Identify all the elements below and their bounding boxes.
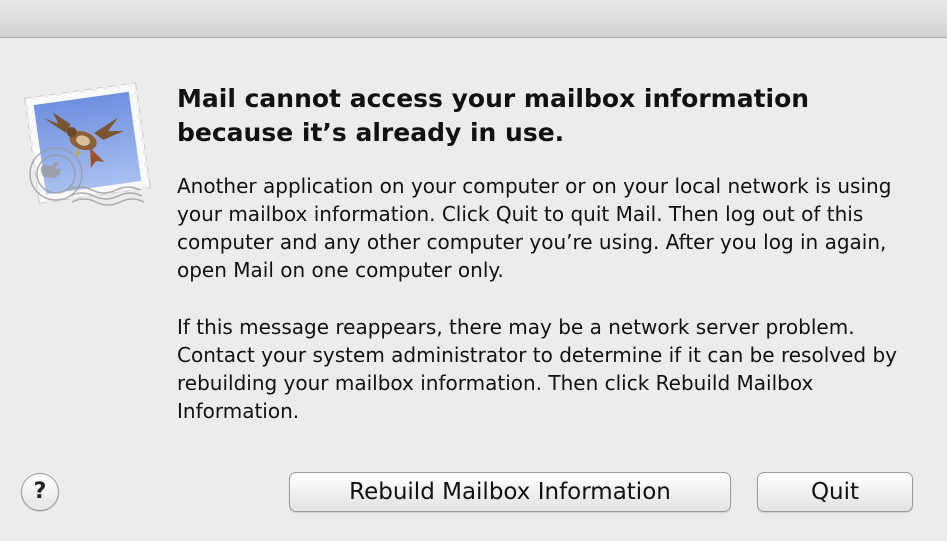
quit-button[interactable]: Quit <box>757 472 913 512</box>
alert-title: Mail cannot access your mailbox informat… <box>177 84 810 147</box>
alert-message-paragraph-2: If this message reappears, there may be … <box>177 315 897 423</box>
mail-stamp-icon <box>23 82 152 206</box>
window-titlebar[interactable] <box>0 0 947 38</box>
alert-message-paragraph-1: Another application on your computer or … <box>177 174 892 282</box>
help-button[interactable]: ? <box>21 473 59 511</box>
rebuild-mailbox-button[interactable]: Rebuild Mailbox Information <box>289 472 731 512</box>
